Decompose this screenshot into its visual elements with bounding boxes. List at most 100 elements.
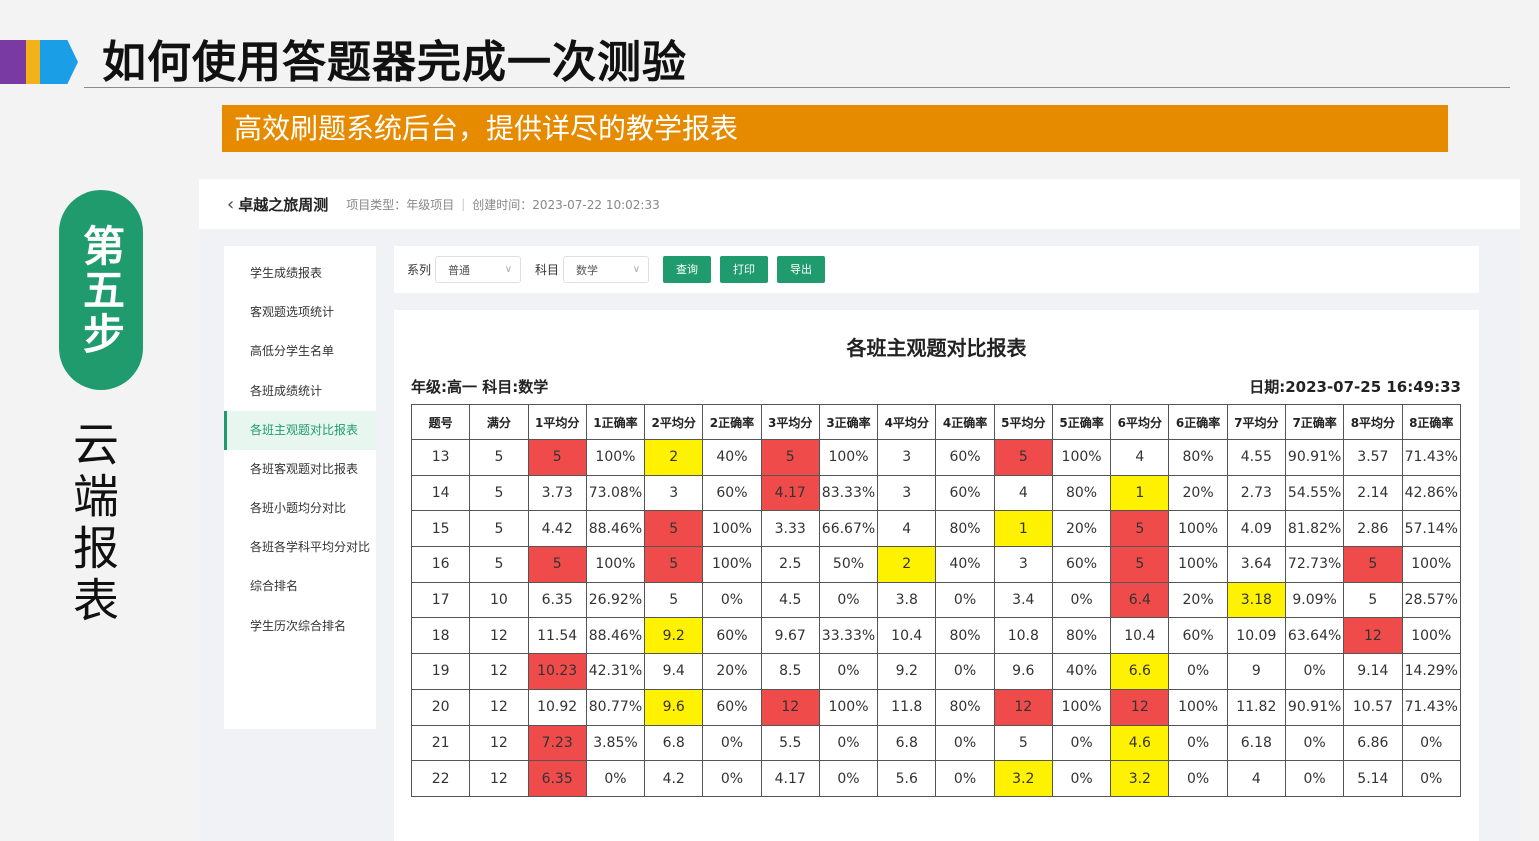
table-cell: 88.46% <box>585 510 646 548</box>
table-cell: 19 <box>410 653 471 690</box>
table-cell: 6.6 <box>1110 653 1170 690</box>
table-cell: 71.43% <box>1401 439 1462 476</box>
table-cell: 80% <box>935 688 995 726</box>
table-cell: 15 <box>410 510 471 548</box>
table-cell: 81.82% <box>1284 510 1345 548</box>
table-cell: 6.35 <box>527 581 587 619</box>
table-cell: 0% <box>702 760 762 797</box>
table-cell: 9.09% <box>1284 581 1345 619</box>
table-cell: 16 <box>410 546 471 583</box>
table-cell: 9.6 <box>644 688 704 726</box>
table-cell: 42.31% <box>585 653 646 690</box>
table-cell: 0% <box>935 760 995 797</box>
table-cell: 20% <box>702 653 762 690</box>
table-cell: 0% <box>818 653 879 690</box>
table-cell: 5 <box>469 439 529 476</box>
table-header-row: 题号 满分 1平均分 1正确率 2平均分 2正确率 3平均分 3正确率 4平均分 4正确率 5平均分… <box>410 404 1462 440</box>
table-cell: 10.8 <box>993 617 1053 655</box>
table-cell: 0% <box>1168 724 1228 762</box>
table-cell: 0% <box>818 581 879 619</box>
table-cell: 10.4 <box>1110 617 1170 655</box>
table-cell: 80% <box>935 510 995 548</box>
back-chevron-icon[interactable]: ‹ <box>227 194 234 215</box>
nav-item-class-objective-compare[interactable]: 各班客观题对比报表 <box>224 454 376 493</box>
app-header: ‹ 卓越之旅周测 项目类型：年级项目 | 创建时间：2023-07-22 10:… <box>199 179 1520 229</box>
table-cell: 4 <box>993 474 1053 512</box>
nav-item-subject-avg-compare[interactable]: 各班各学科平均分对比 <box>224 532 376 571</box>
project-type: 项目类型：年级项目 <box>346 197 455 212</box>
table-row: 15 5 4.42 88.46% 5 100% 3.33 66.67% 4 80% 1 20% 5 100… <box>410 510 1462 548</box>
table-cell: 22 <box>410 760 471 797</box>
table-cell: 100% <box>1051 439 1112 476</box>
table-cell: 3.2 <box>1110 760 1170 797</box>
nav-item-history-rank[interactable]: 学生历次综合排名 <box>224 611 376 650</box>
nav-item-student-scores[interactable]: 学生成绩报表 <box>224 258 376 297</box>
table-cell: 88.46% <box>585 617 646 655</box>
table-cell: 6.86 <box>1343 724 1403 762</box>
series-value: 普通 <box>448 263 471 277</box>
header-deco-orange <box>26 40 40 84</box>
chevron-down-icon: ∨ <box>632 264 641 275</box>
table-cell: 12 <box>1110 688 1170 726</box>
filter-bar: 系列 普通 ∨ 科目 数学 ∨ 查询 打印 导出 <box>394 246 1479 293</box>
subject-label: 科目 <box>535 263 560 277</box>
table-cell: 11.54 <box>527 617 587 655</box>
step-label: 第五步 <box>76 224 126 356</box>
table-cell: 5 <box>469 546 529 583</box>
table-cell: 5 <box>527 439 587 476</box>
table-cell: 73.08% <box>585 474 646 512</box>
table-cell: 40% <box>702 439 762 476</box>
table-cell: 5 <box>1343 581 1403 619</box>
nav-item-question-avg-compare[interactable]: 各班小题均分对比 <box>224 493 376 532</box>
header-deco-arrow <box>40 40 78 84</box>
nav-item-overall-rank[interactable]: 综合排名 <box>224 571 376 610</box>
report-grade-subject: 年级:高一 科目:数学 <box>411 378 549 396</box>
table-cell: 3.64 <box>1226 546 1286 583</box>
table-cell: 3 <box>877 439 937 476</box>
column-header: 4正确率 <box>935 404 995 440</box>
table-row: 17 10 6.35 26.92% 5 0% 4.5 0% 3.8 0% 3.4 0% 6.4 20% 3.… <box>410 581 1462 619</box>
table-cell: 20% <box>1168 581 1228 619</box>
table-cell: 9.6 <box>993 653 1053 690</box>
table-cell: 20% <box>1051 510 1112 548</box>
column-header: 3正确率 <box>818 404 879 440</box>
query-button[interactable]: 查询 <box>663 256 712 283</box>
table-cell: 100% <box>1168 510 1228 548</box>
series-select[interactable]: 普通 ∨ <box>435 256 522 283</box>
table-cell: 0% <box>818 724 879 762</box>
nav-item-objective-options[interactable]: 客观题选项统计 <box>224 297 376 336</box>
table-cell: 80% <box>1051 474 1112 512</box>
table-row: 14 5 3.73 73.08% 3 60% 4.17 83.33% 3 60% 4 80% 1 20% 2… <box>410 474 1462 512</box>
nav-item-class-stats[interactable]: 各班成绩统计 <box>224 376 376 415</box>
chevron-down-icon: ∨ <box>504 264 513 275</box>
table-cell: 60% <box>1168 617 1228 655</box>
column-header: 6正确率 <box>1168 404 1228 440</box>
table-cell: 80.77% <box>585 688 646 726</box>
table-cell: 20% <box>1168 474 1228 512</box>
table-cell: 4 <box>877 510 937 548</box>
subject-select[interactable]: 数学 ∨ <box>563 256 650 283</box>
table-cell: 2.5 <box>760 546 820 583</box>
print-button[interactable]: 打印 <box>720 256 769 283</box>
table-cell: 5 <box>469 510 529 548</box>
slide-banner: 高效刷题系统后台，提供详尽的教学报表 <box>222 105 1448 152</box>
table-row: 13 5 5 100% 2 40% 5 100% 3 60% 5 100% 4 80% 4.55 90.91%… <box>410 439 1462 476</box>
table-cell: 18 <box>410 617 471 655</box>
table-cell: 6.8 <box>877 724 937 762</box>
nav-item-high-low-list[interactable]: 高低分学生名单 <box>224 336 376 375</box>
table-cell: 100% <box>1401 546 1462 583</box>
table-cell: 71.43% <box>1401 688 1462 726</box>
column-header: 5正确率 <box>1051 404 1112 440</box>
table-cell: 0% <box>585 760 646 797</box>
table-cell: 0% <box>1168 653 1228 690</box>
nav-item-class-subjective-compare[interactable]: 各班主观题对比报表 <box>224 410 376 450</box>
table-cell: 9.14 <box>1343 653 1403 690</box>
column-header: 4平均分 <box>877 404 937 440</box>
table-cell: 12 <box>1343 617 1403 655</box>
column-header: 3平均分 <box>760 404 820 440</box>
table-cell: 20 <box>410 688 471 726</box>
export-button[interactable]: 导出 <box>777 256 826 283</box>
table-cell: 12 <box>469 724 529 762</box>
table-cell: 0% <box>935 581 995 619</box>
table-cell: 4.6 <box>1110 724 1170 762</box>
